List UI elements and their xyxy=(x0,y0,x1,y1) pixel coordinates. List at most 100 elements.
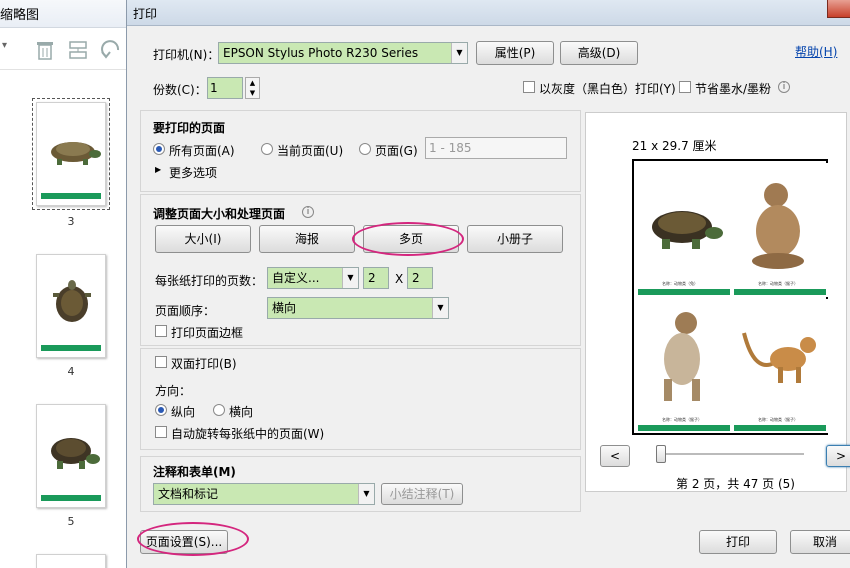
preview-cell: 名称：动物类（猴子） xyxy=(636,299,732,433)
copies-input[interactable]: 1 xyxy=(207,77,243,99)
grayscale-label: 以灰度（黑白色）打印(Y) xyxy=(539,82,676,96)
preview-caption: 名称：动物类（猴子） xyxy=(758,417,798,422)
thumbnail-page[interactable] xyxy=(36,254,106,358)
close-button[interactable] xyxy=(827,0,850,18)
page-status: 第 2 页，共 47 页 (5) xyxy=(676,477,795,491)
by-label: X xyxy=(395,272,404,286)
sizing-section-title: 调整页面大小和处理页面 xyxy=(153,207,286,221)
info-icon[interactable]: i xyxy=(302,206,314,218)
preview-cell: 名称：动物类（猴子） xyxy=(732,299,828,433)
help-link[interactable]: 帮助(H) xyxy=(795,43,837,60)
pages-range-input[interactable]: 1 - 185 xyxy=(425,137,567,159)
poster-button[interactable]: 海报 xyxy=(259,225,355,253)
dialog-titlebar: 打印 xyxy=(127,0,850,26)
pages-per-sheet-select[interactable]: 自定义... ▼ xyxy=(267,267,359,289)
thumbnail-panel-header: 缩略图 xyxy=(0,0,128,28)
printer-select[interactable]: EPSON Stylus Photo R230 Series ▼ xyxy=(218,42,468,64)
pages-per-sheet-label: 每张纸打印的页数： xyxy=(155,274,264,288)
preview-caption: 名称：动物类（猴子） xyxy=(662,417,702,422)
thumbnail-page[interactable] xyxy=(36,554,106,568)
thumbnail-page-number: 4 xyxy=(67,365,75,378)
portrait-radio[interactable] xyxy=(155,404,167,416)
thumbnail-page[interactable] xyxy=(36,404,106,508)
printer-label: 打印机(N)： xyxy=(153,48,220,62)
page-order-value: 横向 xyxy=(272,301,297,315)
info-icon[interactable]: i xyxy=(778,81,790,93)
preview-cell: 名称：动物类（兔） xyxy=(636,163,732,297)
grayscale-checkbox[interactable] xyxy=(523,81,535,93)
page-slider-handle[interactable] xyxy=(656,445,666,463)
auto-rotate-checkbox[interactable] xyxy=(155,426,167,438)
save-ink-label: 节省墨水/墨粉 xyxy=(695,82,772,96)
pages-range-radio[interactable] xyxy=(359,143,371,155)
landscape-radio[interactable] xyxy=(213,404,225,416)
more-options-link[interactable]: 更多选项 xyxy=(169,164,217,181)
current-page-radio[interactable] xyxy=(261,143,273,155)
pages-to-print-panel: 要打印的页面 所有页面(A) 当前页面(U) 页面(G) 1 - 185 ▶ 更… xyxy=(140,110,581,192)
thumbnail-panel: 缩略图 ▾ 3 4 5 xyxy=(0,0,128,568)
turtle-image xyxy=(652,211,723,249)
properties-button[interactable]: 属性(P) xyxy=(476,41,554,65)
rotate-icon[interactable] xyxy=(100,40,122,60)
copies-value: 1 xyxy=(210,81,218,95)
printer-select-value: EPSON Stylus Photo R230 Series xyxy=(223,46,419,60)
save-ink-checkbox[interactable] xyxy=(679,81,691,93)
comments-forms-panel: 注释和表单(M) 文档和标记 ▼ 小结注释(T) xyxy=(140,456,581,512)
portrait-label: 纵向 xyxy=(171,405,196,419)
insert-page-icon[interactable] xyxy=(68,40,88,60)
advanced-button[interactable]: 高级(D) xyxy=(560,41,638,65)
cancel-button[interactable]: 取消 xyxy=(790,530,850,554)
chevron-down-icon: ▼ xyxy=(451,43,467,63)
duplex-label: 双面打印(B) xyxy=(171,357,237,371)
chevron-down-icon: ▼ xyxy=(342,268,358,288)
monkey-image xyxy=(752,183,804,269)
next-page-button[interactable]: > xyxy=(826,445,850,467)
pages-per-sheet-value: 自定义... xyxy=(272,271,320,285)
all-pages-radio[interactable] xyxy=(153,143,165,155)
copies-label: 份数(C)： xyxy=(153,83,207,97)
thumbnail-toolbar: ▾ xyxy=(0,30,128,70)
dialog-title: 打印 xyxy=(133,7,158,21)
page-sizing-panel: 调整页面大小和处理页面 i 大小(I) 海报 多页 小册子 每张纸打印的页数： … xyxy=(140,194,581,346)
monkey-image xyxy=(742,332,816,383)
copies-spinner[interactable]: ▲ ▼ xyxy=(245,77,260,99)
monkey-image xyxy=(664,312,700,401)
page-order-select[interactable]: 横向 ▼ xyxy=(267,297,449,319)
print-border-checkbox[interactable] xyxy=(155,325,167,337)
thumbnail-page[interactable] xyxy=(32,98,110,210)
page-order-label: 页面顺序： xyxy=(155,304,216,318)
turtle-image xyxy=(51,142,101,165)
trash-icon[interactable] xyxy=(36,40,54,60)
preview-sheet: 名称：动物类（兔） 名称：动物类（猴子） 名称：动物类（猴子） 名称：动物类（猴… xyxy=(632,159,828,435)
preview-caption: 名称：动物类（兔） xyxy=(662,281,698,286)
current-page-label: 当前页面(U) xyxy=(277,144,344,158)
rows-input[interactable]: 2 xyxy=(407,267,433,289)
preview-cell: 名称：动物类（猴子） xyxy=(732,163,828,297)
duplex-checkbox[interactable] xyxy=(155,356,167,368)
highlight-ellipse xyxy=(137,522,249,556)
preview-caption: 名称：动物类（猴子） xyxy=(758,281,798,286)
size-button[interactable]: 大小(I) xyxy=(155,225,251,253)
all-pages-label: 所有页面(A) xyxy=(169,144,235,158)
comments-section-title: 注释和表单(M) xyxy=(153,465,236,479)
thumbnail-page-number: 3 xyxy=(67,215,75,228)
booklet-button[interactable]: 小册子 xyxy=(467,225,563,253)
comments-select-value: 文档和标记 xyxy=(158,487,219,501)
chevron-down-icon[interactable]: ▾ xyxy=(2,40,7,51)
turtle-image xyxy=(51,438,100,469)
triangle-right-icon[interactable]: ▶ xyxy=(155,165,161,174)
comments-select[interactable]: 文档和标记 ▼ xyxy=(153,483,375,505)
print-border-label: 打印页面边框 xyxy=(171,326,244,340)
highlight-ellipse xyxy=(352,222,464,256)
columns-input[interactable]: 2 xyxy=(363,267,389,289)
thumbnail-panel-title: 缩略图 xyxy=(0,8,40,23)
turtle-image xyxy=(53,280,91,322)
previous-page-button[interactable]: < xyxy=(600,445,630,467)
summarize-comments-button[interactable]: 小结注释(T) xyxy=(381,483,463,505)
landscape-label: 横向 xyxy=(229,405,254,419)
paper-size-label: 21 x 29.7 厘米 xyxy=(632,139,717,153)
pages-section-title: 要打印的页面 xyxy=(153,121,226,135)
page-slider-track[interactable] xyxy=(660,453,804,455)
chevron-down-icon: ▼ xyxy=(358,484,374,504)
print-button[interactable]: 打印 xyxy=(699,530,777,554)
